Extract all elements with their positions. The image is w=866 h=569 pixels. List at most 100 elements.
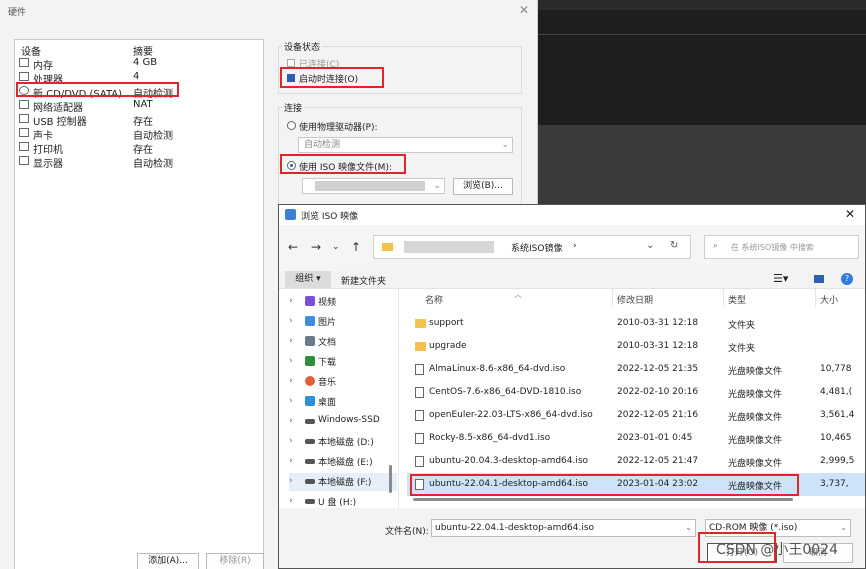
chevron-down-icon: ⌄ [501,140,509,150]
preview-pane-icon[interactable] [814,275,824,283]
chevron-down-icon[interactable]: ⌄ [646,240,654,251]
connected-checkbox[interactable] [287,59,295,67]
download-icon [305,356,315,366]
horizontal-scrollbar[interactable] [407,497,865,503]
add-button[interactable]: 添加(A)... [137,553,199,569]
iso-path-input[interactable]: ⌄ [302,178,445,194]
new-folder-button[interactable]: 新建文件夹 [341,274,386,287]
nav-item-documents[interactable]: › 文档 [289,333,397,351]
nav-item-desktop[interactable]: › 桌面 [289,393,397,411]
search-placeholder: 在 系统ISO镜像 中搜索 [731,243,814,252]
device-row-sound[interactable]: 声卡 自动检测 [19,127,259,142]
file-row[interactable]: AlmaLinux-8.6-x86_64-dvd.iso 2022-12-05 … [407,358,865,381]
device-name: 内存 [33,61,53,72]
file-date: 2022-12-05 21:47 [617,456,699,466]
nav-item-pictures[interactable]: › 图片 [289,313,397,331]
chevron-down-icon[interactable]: ⌄ [685,520,692,536]
device-row-network[interactable]: 网络适配器 NAT [19,99,259,114]
modified-column-header[interactable]: 修改日期 [617,293,653,306]
device-row-display[interactable]: 显示器 自动检测 [19,155,259,170]
device-row-usb[interactable]: USB 控制器 存在 [19,113,259,128]
folder-icon [382,243,393,251]
music-icon [305,376,315,386]
file-date: 2023-01-01 0:45 [617,433,693,443]
browse-button[interactable]: 浏览(B)... [453,178,513,195]
usb-icon [19,114,29,123]
physical-drive-value: 自动检测 [304,140,341,150]
back-icon[interactable]: ← [288,240,298,254]
type-column-header[interactable]: 类型 [728,293,746,306]
monitor-icon [19,156,29,165]
device-column-header: 设备 [21,47,41,58]
file-name: ubuntu-20.04.3-desktop-amd64.iso [429,456,589,466]
file-date: 2010-03-31 12:18 [617,318,699,328]
nav-item-music[interactable]: › 音乐 [289,373,397,391]
physical-drive-radio[interactable] [287,121,296,130]
view-list-icon[interactable]: ☰▾ [773,272,788,285]
up-icon[interactable]: ↑ [351,240,361,254]
remove-button[interactable]: 移除(R) [206,553,264,569]
file-name: AlmaLinux-8.6-x86_64-dvd.iso [429,364,566,374]
nav-item-downloads[interactable]: › 下载 [289,353,397,371]
file-size: 3,561,4 [820,410,855,420]
chevron-right-icon: › [289,376,293,386]
file-name: Rocky-8.5-x86_64-dvd1.iso [429,433,551,443]
watermark: CSDN @小王0024 [716,542,838,558]
file-size: 3,737, [820,479,849,489]
file-type: 光盘映像文件 [728,367,783,377]
filename-input[interactable]: ubuntu-22.04.1-desktop-amd64.iso ⌄ [431,519,696,537]
file-row[interactable]: CentOS-7.6-x86_64-DVD-1810.iso 2022-02-1… [407,381,865,404]
file-name: openEuler-22.03-LTS-x86_64-dvd.iso [429,410,593,420]
file-row[interactable]: openEuler-22.03-LTS-x86_64-dvd.iso 2022-… [407,404,865,427]
file-row[interactable]: support 2010-03-31 12:18 文件夹 [407,312,865,335]
device-name: 声卡 [33,131,53,142]
column-divider[interactable] [612,289,613,307]
nav-item-drive-f[interactable]: › 本地磁盘 (F:) [289,473,397,491]
name-column-header[interactable]: 名称 [425,293,443,306]
nav-scrollbar[interactable] [389,465,392,493]
device-row-memory[interactable]: 内存 4 GB [19,57,259,72]
close-icon[interactable]: ✕ [519,3,529,17]
video-icon [305,296,315,306]
organize-button[interactable]: 组织 ▾ [285,271,331,288]
nav-item-windows-ssd[interactable]: › Windows-SSD [289,413,397,431]
folder-icon [415,342,426,351]
nav-item-drive-e[interactable]: › 本地磁盘 (E:) [289,453,397,471]
drive-icon [305,439,315,444]
column-divider[interactable] [815,289,816,307]
filename-value: ubuntu-22.04.1-desktop-amd64.iso [435,523,595,533]
scrollbar-thumb[interactable] [413,498,793,501]
file-type: 光盘映像文件 [728,459,783,469]
iso-dialog-titlebar: 浏览 ISO 映像 ✕ [279,205,865,225]
column-divider[interactable] [723,289,724,307]
help-icon[interactable]: ? [841,273,853,285]
picture-icon [305,316,315,326]
chevron-right-icon: › [289,436,293,446]
disc-image-icon [415,387,424,398]
processor-icon [19,72,29,81]
close-icon[interactable]: ✕ [845,207,855,221]
forward-icon[interactable]: → [311,240,321,254]
chevron-down-icon[interactable]: ⌄ [332,242,340,252]
file-type: 光盘映像文件 [728,390,783,400]
size-column-header[interactable]: 大小 [820,293,838,306]
address-bar: ← → ⌄ ↑ 系统ISO镜像 › ⌄ ↻ ⌕ 在 系统ISO镜像 中搜索 [279,225,865,271]
device-name: 打印机 [33,145,63,156]
search-input[interactable]: ⌕ 在 系统ISO镜像 中搜索 [704,235,859,259]
nav-item-drive-d[interactable]: › 本地磁盘 (D:) [289,433,397,451]
filename-label: 文件名(N): [385,527,429,537]
file-row[interactable]: Rocky-8.5-x86_64-dvd1.iso 2023-01-01 0:4… [407,427,865,450]
chevron-right-icon: › [289,476,293,486]
folder-icon [415,319,426,328]
file-date: 2010-03-31 12:18 [617,341,699,351]
nav-item-videos[interactable]: › 视频 [289,293,397,311]
file-row[interactable]: upgrade 2010-03-31 12:18 文件夹 [407,335,865,358]
breadcrumb-folder[interactable]: 系统ISO镜像 [511,241,562,254]
physical-drive-select[interactable]: 自动检测 ⌄ [298,137,513,153]
chevron-right-icon: › [289,336,293,346]
refresh-icon[interactable]: ↻ [670,240,678,251]
device-row-printer[interactable]: 打印机 存在 [19,141,259,156]
file-row[interactable]: ubuntu-20.04.3-desktop-amd64.iso 2022-12… [407,450,865,473]
breadcrumb[interactable]: 系统ISO镜像 › ⌄ ↻ [373,235,691,259]
printer-icon [19,142,29,151]
